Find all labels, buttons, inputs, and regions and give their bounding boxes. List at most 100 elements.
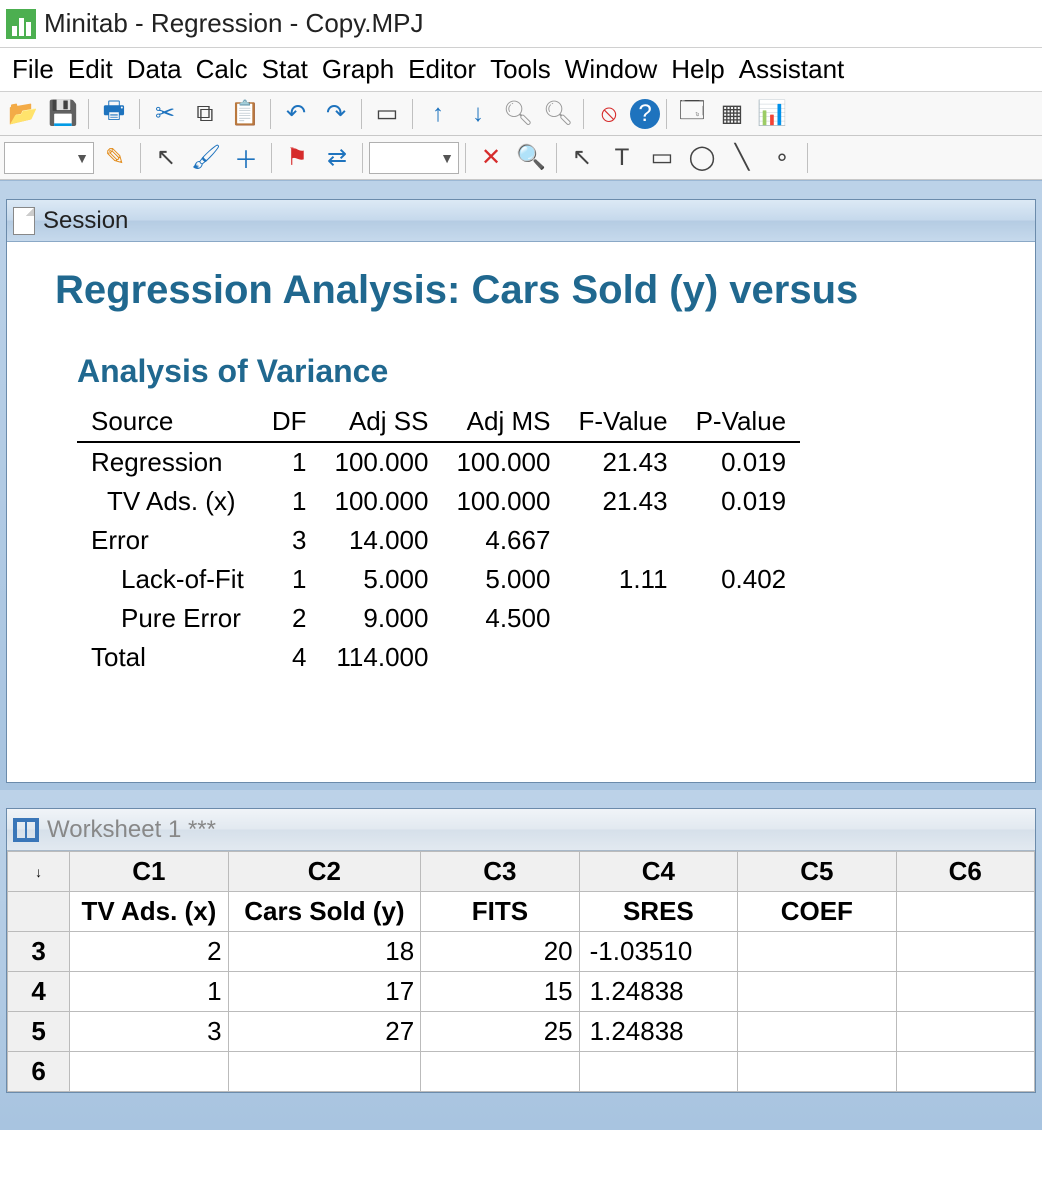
- arrow-down-icon[interactable]: ↓: [459, 96, 497, 132]
- cell[interactable]: 1.24838: [579, 1012, 737, 1052]
- menu-tools[interactable]: Tools: [484, 52, 557, 87]
- cell[interactable]: 1: [70, 972, 228, 1012]
- col-name[interactable]: FITS: [421, 892, 579, 932]
- line-tool-icon[interactable]: ╲: [723, 140, 761, 176]
- worksheet-titlebar[interactable]: Worksheet 1 ***: [7, 809, 1035, 851]
- cell[interactable]: [579, 1052, 737, 1092]
- cell[interactable]: [896, 972, 1034, 1012]
- menu-assistant[interactable]: Assistant: [733, 52, 851, 87]
- cell[interactable]: [228, 1052, 421, 1092]
- delete-icon[interactable]: ✕: [472, 140, 510, 176]
- session-window[interactable]: Session Regression Analysis: Cars Sold (…: [6, 199, 1036, 783]
- cut-icon[interactable]: ✂: [146, 96, 184, 132]
- menu-window[interactable]: Window: [559, 52, 663, 87]
- zoom-icon[interactable]: 🔍: [512, 140, 550, 176]
- cell[interactable]: [738, 932, 896, 972]
- menu-stat[interactable]: Stat: [256, 52, 314, 87]
- marker-tool-icon[interactable]: ∘: [763, 140, 801, 176]
- window-icon[interactable]: ▭: [368, 96, 406, 132]
- undo-icon[interactable]: ↶: [277, 96, 315, 132]
- menu-edit[interactable]: Edit: [62, 52, 119, 87]
- col-name[interactable]: COEF: [738, 892, 896, 932]
- col-header[interactable]: C5: [738, 852, 896, 892]
- copy-icon[interactable]: ⧉: [186, 96, 224, 132]
- menu-help[interactable]: Help: [665, 52, 730, 87]
- col-header[interactable]: C2: [228, 852, 421, 892]
- anova-cell: [564, 521, 681, 560]
- anova-row: Error314.0004.667: [77, 521, 800, 560]
- cell[interactable]: 27: [228, 1012, 421, 1052]
- anova-cell: 2: [258, 599, 321, 638]
- menu-calc[interactable]: Calc: [190, 52, 254, 87]
- menu-graph[interactable]: Graph: [316, 52, 400, 87]
- cell[interactable]: [738, 1052, 896, 1092]
- cell[interactable]: 20: [421, 932, 579, 972]
- cell[interactable]: [896, 932, 1034, 972]
- col-name[interactable]: TV Ads. (x): [70, 892, 228, 932]
- rect-tool-icon[interactable]: ▭: [643, 140, 681, 176]
- cell[interactable]: 15: [421, 972, 579, 1012]
- cell[interactable]: -1.03510: [579, 932, 737, 972]
- show-worksheets-icon[interactable]: ▦: [713, 96, 751, 132]
- circle-tool-icon[interactable]: ◯: [683, 140, 721, 176]
- select-icon[interactable]: ↖: [563, 140, 601, 176]
- cell[interactable]: [70, 1052, 228, 1092]
- cell[interactable]: [896, 1052, 1034, 1092]
- arrow-up-icon[interactable]: ↑: [419, 96, 457, 132]
- style-dropdown[interactable]: ▼: [369, 142, 459, 174]
- show-graphs-icon[interactable]: 📊: [753, 96, 791, 132]
- text-tool-icon[interactable]: T: [603, 140, 641, 176]
- anova-cell: 21.43: [564, 482, 681, 521]
- cell[interactable]: 18: [228, 932, 421, 972]
- cell[interactable]: 1.24838: [579, 972, 737, 1012]
- session-titlebar[interactable]: Session: [7, 200, 1035, 242]
- report-title: Regression Analysis: Cars Sold (y) versu…: [55, 268, 987, 313]
- brush-format-icon[interactable]: ✎: [96, 140, 134, 176]
- cancel-icon[interactable]: ⦸: [590, 96, 628, 132]
- col-header[interactable]: C3: [421, 852, 579, 892]
- redo-icon[interactable]: ↷: [317, 96, 355, 132]
- row-header[interactable]: 6: [8, 1052, 70, 1092]
- save-icon[interactable]: 💾: [44, 96, 82, 132]
- print-icon[interactable]: 🖶: [95, 96, 133, 132]
- row-header[interactable]: 5: [8, 1012, 70, 1052]
- flag-icon[interactable]: ⚑: [278, 140, 316, 176]
- paste-icon[interactable]: 📋: [226, 96, 264, 132]
- worksheet-window[interactable]: Worksheet 1 *** ↓C1C2C3C4C5C6 TV Ads. (x…: [6, 808, 1036, 1093]
- anova-cell: 3: [258, 521, 321, 560]
- row-header[interactable]: 4: [8, 972, 70, 1012]
- col-name[interactable]: SRES: [579, 892, 737, 932]
- show-session-icon[interactable]: 🗔: [673, 96, 711, 132]
- menu-bar: FileEditDataCalcStatGraphEditorToolsWind…: [0, 48, 1042, 92]
- table-row: 6: [8, 1052, 1035, 1092]
- font-dropdown[interactable]: ▼: [4, 142, 94, 174]
- cell[interactable]: [421, 1052, 579, 1092]
- col-header[interactable]: C4: [579, 852, 737, 892]
- row-header[interactable]: 3: [8, 932, 70, 972]
- worksheet-grid[interactable]: ↓C1C2C3C4C5C6 TV Ads. (x)Cars Sold (y)FI…: [7, 851, 1035, 1092]
- col-header[interactable]: C6: [896, 852, 1034, 892]
- menu-data[interactable]: Data: [121, 52, 188, 87]
- cell[interactable]: [738, 1012, 896, 1052]
- pointer-icon[interactable]: ↖: [147, 140, 185, 176]
- cell[interactable]: 3: [70, 1012, 228, 1052]
- find-icon[interactable]: 🔍︎: [499, 96, 537, 132]
- crosshair-icon[interactable]: ＋: [227, 140, 265, 176]
- cell[interactable]: 17: [228, 972, 421, 1012]
- help-icon[interactable]: ?: [630, 99, 660, 129]
- worksheet-corner[interactable]: ↓: [8, 852, 70, 892]
- menu-file[interactable]: File: [6, 52, 60, 87]
- menu-editor[interactable]: Editor: [402, 52, 482, 87]
- cell[interactable]: 2: [70, 932, 228, 972]
- cell[interactable]: 25: [421, 1012, 579, 1052]
- swap-icon[interactable]: ⇄: [318, 140, 356, 176]
- col-name[interactable]: Cars Sold (y): [228, 892, 421, 932]
- open-icon[interactable]: 📂: [4, 96, 42, 132]
- col-name[interactable]: [896, 892, 1034, 932]
- col-header[interactable]: C1: [70, 852, 228, 892]
- title-bar: Minitab - Regression - Copy.MPJ: [0, 0, 1042, 48]
- find-next-icon[interactable]: 🔍︎: [539, 96, 577, 132]
- cell[interactable]: [738, 972, 896, 1012]
- brush-icon[interactable]: 🖌: [187, 140, 225, 176]
- cell[interactable]: [896, 1012, 1034, 1052]
